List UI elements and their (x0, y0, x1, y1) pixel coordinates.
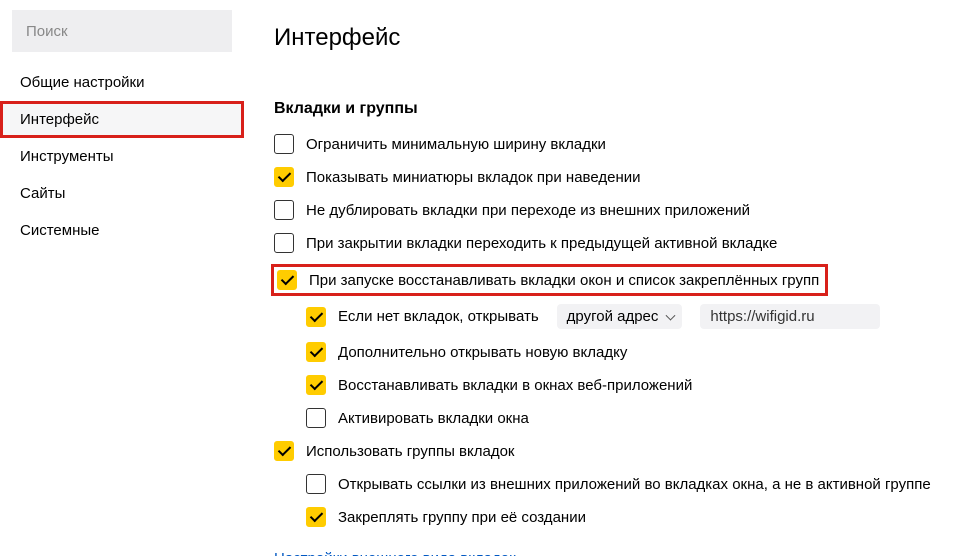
option-if-no-tabs-open: Если нет вкладок, открывать другой адрес (306, 302, 945, 331)
sidebar-item-sites[interactable]: Сайты (0, 175, 244, 212)
checkbox[interactable] (306, 375, 326, 395)
sidebar-item-interface[interactable]: Интерфейс (0, 101, 244, 138)
option-pin-group-on-create: Закреплять группу при её создании (306, 505, 945, 529)
option-label: Если нет вкладок, открывать (338, 308, 539, 325)
option-label: Закреплять группу при её создании (338, 509, 586, 526)
option-label: Открывать ссылки из внешних приложений в… (338, 476, 931, 493)
sidebar: Поиск Общие настройки Интерфейс Инструме… (0, 0, 244, 556)
option-label: Восстанавливать вкладки в окнах веб-прил… (338, 377, 692, 394)
option-label: Дополнительно открывать новую вкладку (338, 344, 627, 361)
page-title: Интерфейс (274, 24, 945, 52)
sidebar-item-system[interactable]: Системные (0, 212, 244, 249)
checkbox[interactable] (306, 342, 326, 362)
checkbox[interactable] (274, 134, 294, 154)
sidebar-item-label: Инструменты (20, 148, 114, 165)
sidebar-item-label: Общие настройки (20, 74, 145, 91)
checkbox[interactable] (277, 270, 297, 290)
option-open-external-in-window-tabs: Открывать ссылки из внешних приложений в… (306, 472, 945, 496)
option-restore-tabs-on-start: При запуске восстанавливать вкладки окон… (271, 264, 828, 296)
section-title: Вкладки и группы (274, 100, 945, 118)
checkbox[interactable] (306, 307, 326, 327)
option-open-new-tab-additionally: Дополнительно открывать новую вкладку (306, 340, 945, 364)
option-restore-webapp-tabs: Восстанавливать вкладки в окнах веб-прил… (306, 373, 945, 397)
sidebar-item-label: Сайты (20, 185, 65, 202)
sidebar-item-general[interactable]: Общие настройки (0, 64, 244, 101)
option-label: Ограничить минимальную ширину вкладки (306, 136, 606, 153)
sidebar-item-label: Системные (20, 222, 99, 239)
open-target-select[interactable]: другой адрес (557, 304, 683, 329)
main-content: Интерфейс Вкладки и группы Ограничить ми… (244, 0, 957, 556)
option-show-thumbnails: Показывать миниатюры вкладок при наведен… (274, 165, 945, 189)
option-label: При закрытии вкладки переходить к предыд… (306, 235, 777, 252)
option-label: Показывать миниатюры вкладок при наведен… (306, 169, 641, 186)
option-use-tab-groups: Использовать группы вкладок (274, 439, 945, 463)
option-limit-min-width: Ограничить минимальную ширину вкладки (274, 132, 945, 156)
open-url-input[interactable] (700, 304, 880, 329)
option-label: При запуске восстанавливать вкладки окон… (309, 272, 819, 289)
option-label: Использовать группы вкладок (306, 443, 515, 460)
option-no-duplicate-tabs: Не дублировать вкладки при переходе из в… (274, 198, 945, 222)
option-label: Не дублировать вкладки при переходе из в… (306, 202, 750, 219)
search-input[interactable]: Поиск (12, 10, 232, 52)
checkbox[interactable] (306, 408, 326, 428)
sidebar-item-tools[interactable]: Инструменты (0, 138, 244, 175)
checkbox[interactable] (274, 233, 294, 253)
sidebar-item-label: Интерфейс (20, 111, 99, 128)
option-prev-active-tab: При закрытии вкладки переходить к предыд… (274, 231, 945, 255)
option-activate-window-tabs: Активировать вкладки окна (306, 406, 945, 430)
checkbox[interactable] (274, 200, 294, 220)
checkbox[interactable] (306, 474, 326, 494)
checkbox[interactable] (274, 167, 294, 187)
checkbox[interactable] (306, 507, 326, 527)
search-placeholder: Поиск (26, 23, 68, 40)
tab-appearance-settings-link[interactable]: Настройки внешнего вида вкладок (274, 550, 516, 556)
checkbox[interactable] (274, 441, 294, 461)
option-label: Активировать вкладки окна (338, 410, 529, 427)
